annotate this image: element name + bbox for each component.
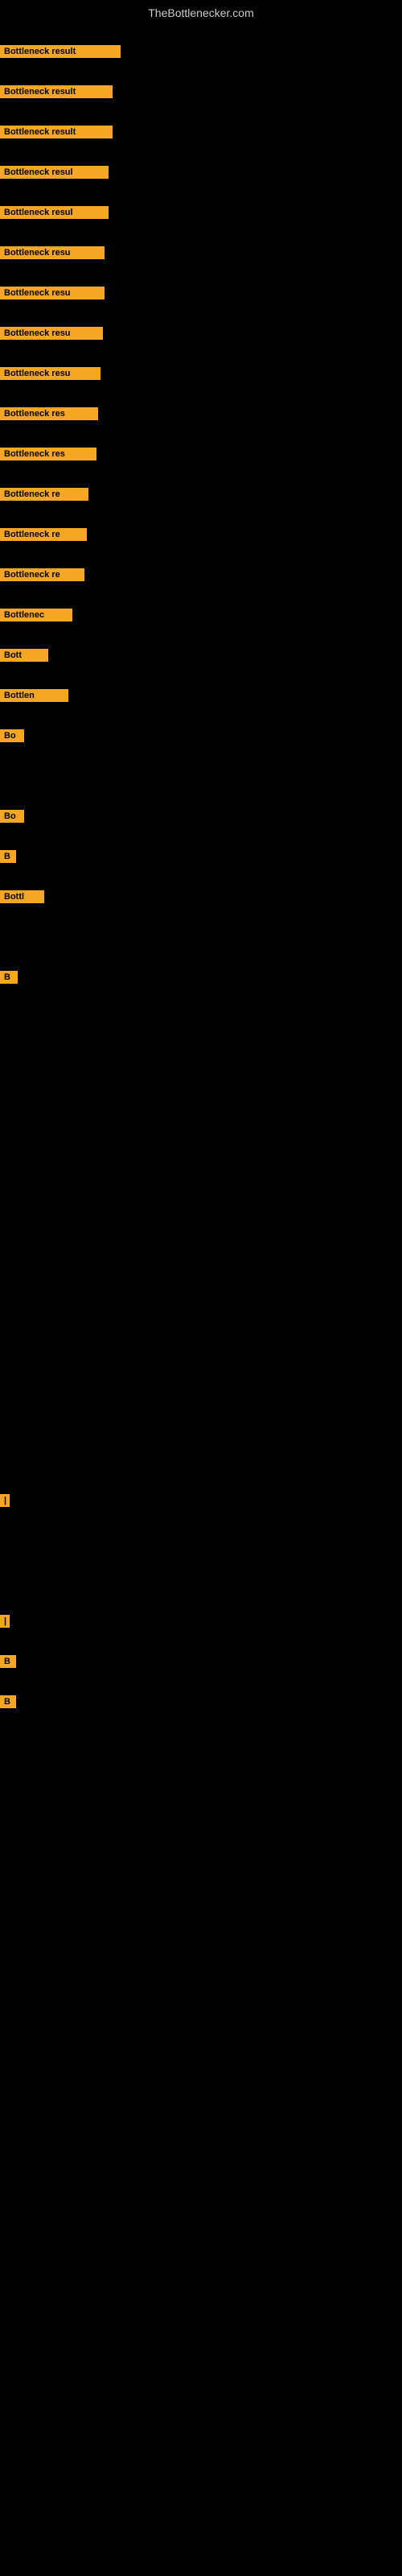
bottleneck-result-label: Bottleneck resu [0,246,105,259]
bottleneck-result-label: Bottleneck resu [0,287,105,299]
bottleneck-result-label: Bottlenec [0,609,72,621]
bottleneck-result-label: Bottleneck re [0,568,84,581]
bottleneck-badge-18: Bo [0,729,24,746]
bottleneck-badge-12: Bottleneck re [0,488,88,505]
bottleneck-result-label: Bottleneck result [0,45,121,58]
bottleneck-result-label: Bo [0,729,24,742]
bottleneck-badge-17: Bottlen [0,689,68,706]
bottleneck-result-label: Bottleneck resu [0,327,103,340]
bottleneck-result-label: Bottleneck re [0,488,88,501]
bottleneck-result-label: Bott [0,649,48,662]
bottleneck-badge-24: | [0,1615,10,1632]
bottleneck-badge-1: Bottleneck result [0,45,121,62]
bottleneck-result-label: B [0,850,16,863]
bottleneck-badge-7: Bottleneck resu [0,287,105,303]
bottleneck-badge-16: Bott [0,649,48,666]
bottleneck-result-label: | [0,1615,10,1628]
bottleneck-badge-19: Bo [0,810,24,827]
bottleneck-result-label: Bottleneck resul [0,206,109,219]
bottleneck-result-label: B [0,1695,16,1708]
bottleneck-badge-8: Bottleneck resu [0,327,103,344]
bottleneck-result-label: Bo [0,810,24,823]
bottleneck-badge-15: Bottlenec [0,609,72,625]
bottleneck-result-label: Bottleneck result [0,85,113,98]
bottleneck-result-label: Bottleneck result [0,126,113,138]
bottleneck-result-label: Bottleneck res [0,407,98,420]
bottleneck-badge-25: B [0,1655,16,1672]
bottleneck-badge-14: Bottleneck re [0,568,84,585]
bottleneck-badge-9: Bottleneck resu [0,367,100,384]
bottleneck-badge-4: Bottleneck resul [0,166,109,183]
bottleneck-badge-20: B [0,850,16,867]
bottleneck-badge-23: | [0,1494,10,1511]
bottleneck-badge-11: Bottleneck res [0,448,96,464]
bottleneck-result-label: Bottleneck resul [0,166,109,179]
bottleneck-result-label: B [0,1655,16,1668]
bottleneck-result-label: Bottlen [0,689,68,702]
bottleneck-badge-3: Bottleneck result [0,126,113,142]
bottleneck-result-label: Bottleneck res [0,448,96,460]
bottleneck-badge-10: Bottleneck res [0,407,98,424]
bottleneck-result-label: Bottleneck re [0,528,87,541]
bottleneck-result-label: Bottleneck resu [0,367,100,380]
bottleneck-badge-6: Bottleneck resu [0,246,105,263]
bottleneck-badge-2: Bottleneck result [0,85,113,102]
bottleneck-badge-13: Bottleneck re [0,528,87,545]
bottleneck-result-label: | [0,1494,10,1507]
bottleneck-result-label: B [0,971,18,984]
bottleneck-result-label: Bottl [0,890,44,903]
site-title: TheBottlenecker.com [0,0,402,23]
bottleneck-badge-5: Bottleneck resul [0,206,109,223]
bottleneck-badge-26: B [0,1695,16,1712]
bottleneck-badge-21: Bottl [0,890,44,907]
bottleneck-badge-22: B [0,971,18,988]
